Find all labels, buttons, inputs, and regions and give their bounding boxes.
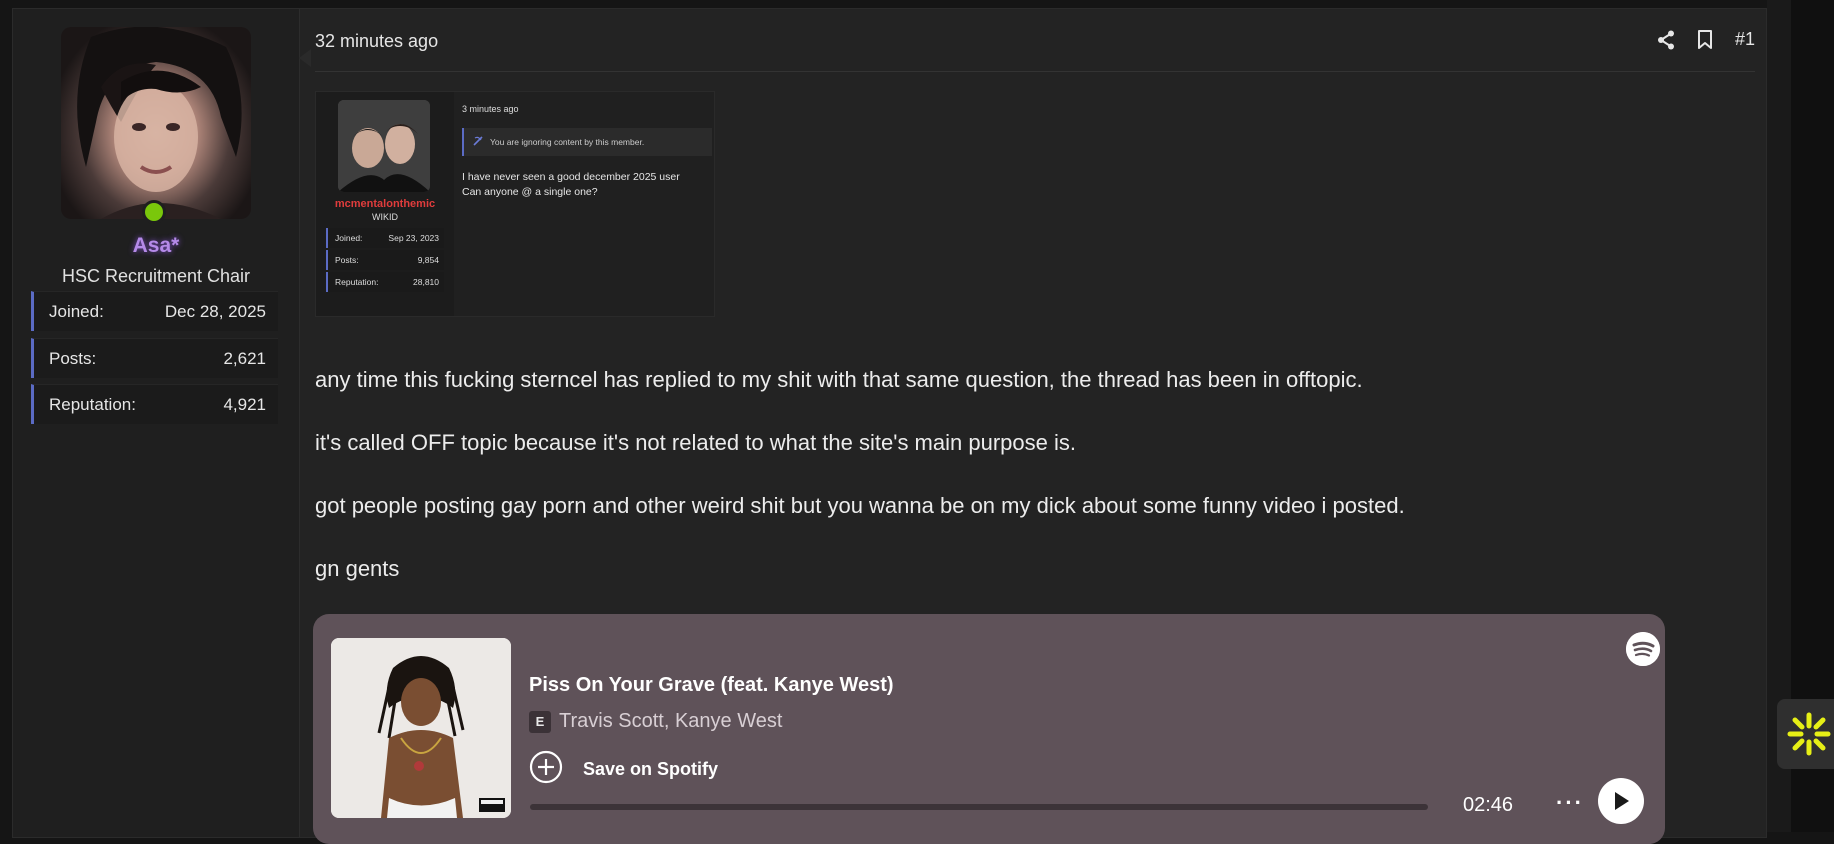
shot-username: mcmentalonthemic	[334, 198, 436, 210]
forum-post: Asa* HSC Recruitment Chair Joined: Dec 2…	[12, 8, 1767, 844]
post-paragraph: any time this fucking sterncel has repli…	[315, 367, 1363, 392]
header-divider	[315, 71, 1755, 72]
shot-stat-value: 9,854	[417, 255, 439, 265]
online-status-icon	[142, 200, 166, 224]
post-number-link[interactable]: #1	[1735, 29, 1755, 50]
post-arrow	[299, 49, 311, 67]
user-title: HSC Recruitment Chair	[61, 266, 251, 286]
track-duration: 02:46	[1463, 794, 1514, 816]
stat-value: Dec 28, 2025	[164, 301, 266, 321]
shot-stat-reputation: Reputation: 28,810	[326, 272, 444, 292]
sparkle-icon	[1787, 712, 1831, 756]
spotify-embed: Piss On Your Grave (feat. Kanye West) E …	[313, 614, 1665, 844]
ignore-text: You are ignoring content by this member.	[490, 137, 645, 147]
user-avatar[interactable]	[61, 27, 251, 219]
post-paragraph: gn gents	[315, 556, 400, 581]
post-actions: #1	[1657, 29, 1755, 50]
stat-posts: Posts: 2,621	[31, 338, 278, 378]
user-sidebar: Asa* HSC Recruitment Chair Joined: Dec 2…	[13, 9, 300, 837]
post-main: 32 minutes ago #1 mcmentalonthemic WIKID…	[313, 9, 1755, 844]
stat-reputation: Reputation: 4,921	[31, 384, 278, 424]
progress-bar[interactable]	[530, 804, 1428, 810]
stat-label: Reputation:	[49, 394, 136, 414]
more-options-icon[interactable]: ···	[1556, 790, 1584, 816]
username[interactable]: Asa*	[13, 234, 299, 258]
post-paragraph: got people posting gay porn and other we…	[315, 493, 1405, 518]
stat-label: Joined:	[49, 301, 104, 321]
shot-message-line: I have never seen a good december 2025 u…	[462, 171, 680, 183]
artist-names[interactable]: Travis Scott, Kanye West	[559, 710, 782, 733]
shot-message-line: Can anyone @ a single one?	[462, 186, 598, 198]
ignore-icon	[472, 135, 484, 149]
shot-stat-label: Joined:	[335, 233, 363, 243]
shot-post-time: 3 minutes ago	[462, 104, 519, 114]
post-paragraph: it's called OFF topic because it's not r…	[315, 430, 1076, 455]
share-icon[interactable]	[1657, 30, 1675, 50]
shot-stat-value: Sep 23, 2023	[388, 233, 439, 243]
shot-user-sidebar: mcmentalonthemic WIKID Joined: Sep 23, 2…	[316, 92, 454, 316]
stat-value: 4,921	[223, 394, 266, 414]
save-on-spotify-button[interactable]: Save on Spotify	[529, 750, 718, 789]
spotify-logo-icon[interactable]	[1626, 632, 1660, 666]
shot-message: I have never seen a good december 2025 u…	[462, 170, 680, 200]
shot-stat-label: Posts:	[335, 255, 359, 265]
shot-stat-label: Reputation:	[335, 277, 379, 287]
play-icon	[1615, 792, 1629, 810]
explicit-badge: E	[529, 710, 551, 733]
shot-ignore-notice: You are ignoring content by this member.	[462, 128, 712, 156]
embedded-screenshot[interactable]: mcmentalonthemic WIKID Joined: Sep 23, 2…	[315, 91, 715, 317]
save-label: Save on Spotify	[583, 759, 719, 779]
shot-stat-joined: Joined: Sep 23, 2023	[326, 228, 444, 248]
add-circle-icon	[529, 750, 563, 789]
shot-avatar	[338, 100, 430, 192]
track-artists: E Travis Scott, Kanye West	[529, 710, 782, 733]
bookmark-icon[interactable]	[1697, 29, 1713, 50]
play-button[interactable]	[1598, 778, 1644, 824]
shot-user-title: WIKID	[372, 212, 398, 222]
stat-joined: Joined: Dec 28, 2025	[31, 291, 278, 331]
stat-label: Posts:	[49, 348, 97, 368]
post-time[interactable]: 32 minutes ago	[315, 31, 438, 52]
album-art[interactable]	[331, 638, 511, 818]
stat-value: 2,621	[223, 348, 266, 368]
shot-stat-value: 28,810	[413, 277, 439, 287]
track-title[interactable]: Piss On Your Grave (feat. Kanye West)	[529, 674, 894, 697]
floating-widget-button[interactable]	[1777, 699, 1834, 769]
shot-stat-posts: Posts: 9,854	[326, 250, 444, 270]
